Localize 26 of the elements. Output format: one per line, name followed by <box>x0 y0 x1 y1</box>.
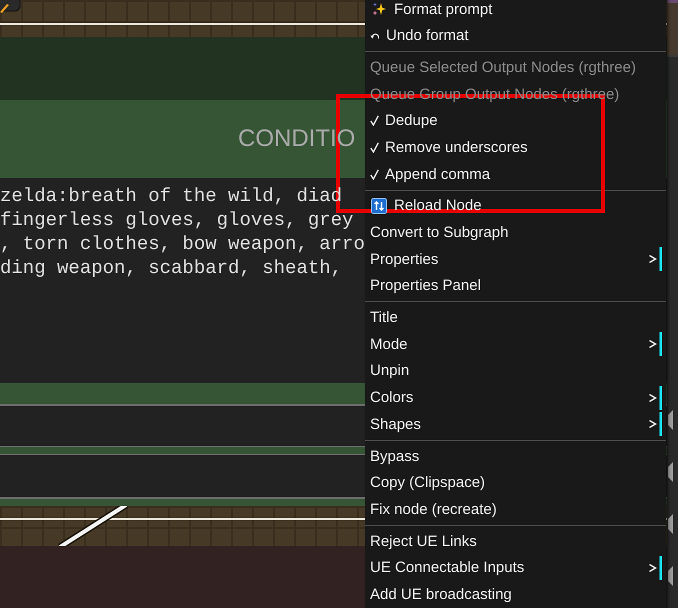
menu-item[interactable]: Bypass <box>365 442 666 470</box>
menu-item[interactable]: Remove underscores <box>365 134 666 161</box>
widget-arrow-icon <box>668 410 673 430</box>
menu-item[interactable]: Mode <box>365 330 666 358</box>
widget-arrow-icon <box>668 566 673 586</box>
menu-item[interactable]: Add UE broadcasting <box>365 581 666 608</box>
menu-item[interactable]: Colors <box>365 384 666 412</box>
menu-item[interactable]: Unpin <box>365 358 666 384</box>
refresh-icon <box>371 198 387 214</box>
menu-item[interactable]: Undo format <box>365 22 666 50</box>
menu-item[interactable]: Title <box>365 304 666 331</box>
widget-arrow-icon <box>668 514 673 534</box>
menu-item[interactable]: Reject UE Links <box>365 528 666 554</box>
menu-item[interactable]: Fix node (recreate) <box>365 496 666 523</box>
menu-item[interactable]: Convert to Subgraph <box>365 219 666 246</box>
undo-icon <box>370 32 379 40</box>
menu-item[interactable]: Copy (Clipspace) <box>365 469 666 496</box>
menu-item[interactable]: Shapes <box>365 411 666 438</box>
menu-item[interactable]: Format prompt <box>365 0 666 22</box>
menu-item[interactable]: Properties Panel <box>365 272 666 300</box>
menu-item[interactable]: UE Connectable Inputs <box>365 554 666 582</box>
sparkles-icon <box>372 2 386 16</box>
node-badge-drawing <box>0 0 22 13</box>
menu-item[interactable]: Dedupe <box>365 107 666 134</box>
menu-item[interactable]: Properties <box>365 246 666 273</box>
widget-arrow-icon <box>668 462 673 482</box>
